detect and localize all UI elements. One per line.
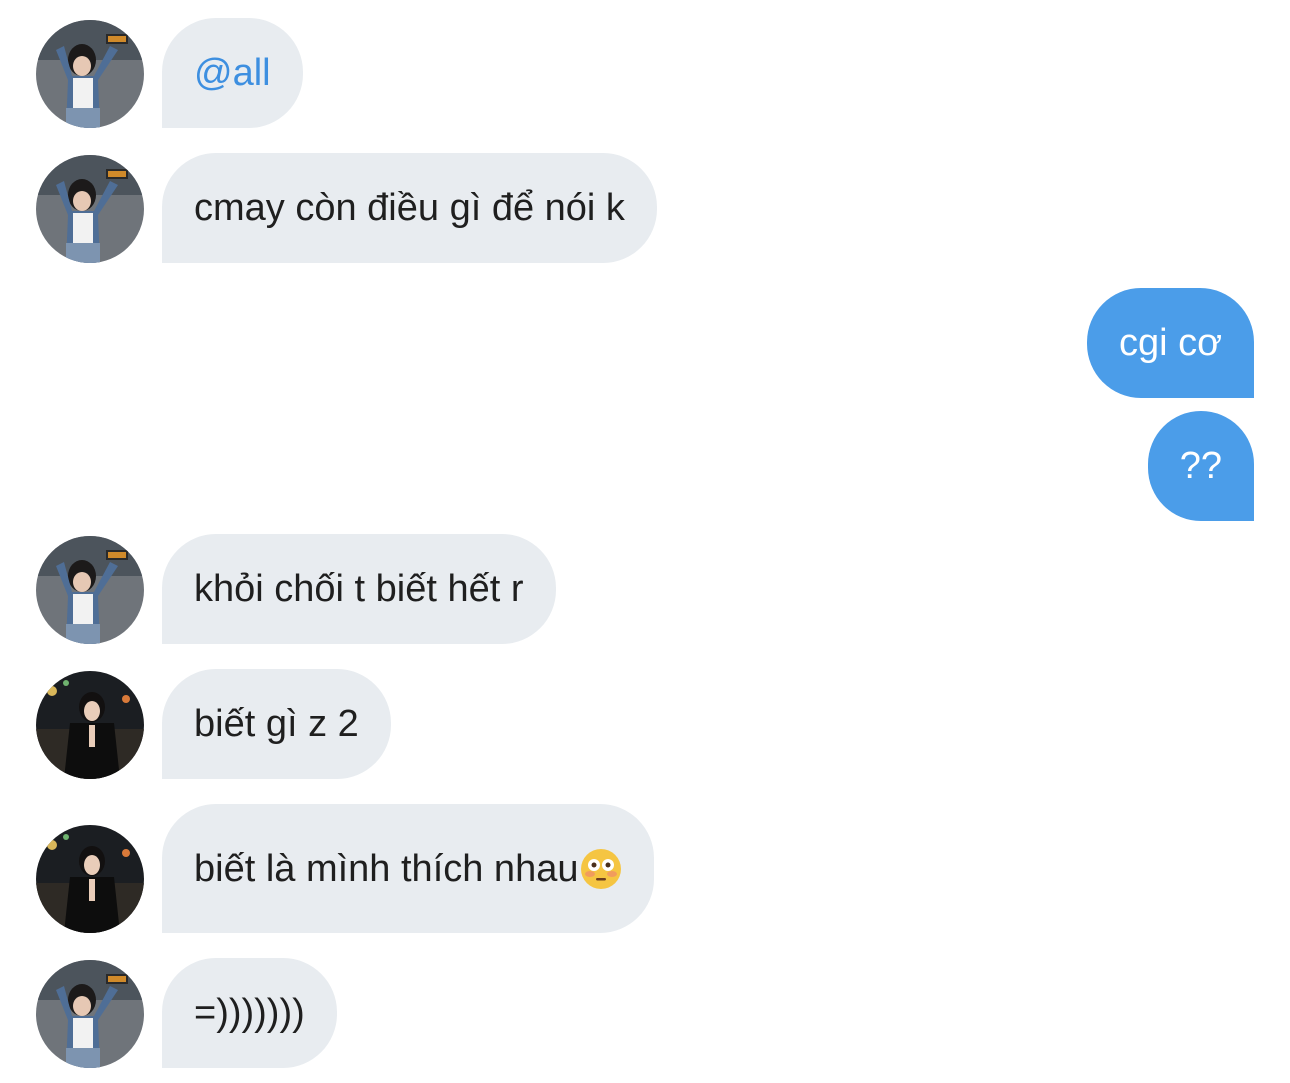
message-bubble[interactable]: biết là mình thích nhau (162, 804, 655, 933)
flushed-face-emoji (580, 848, 622, 890)
message-bubble[interactable]: =))))))) (162, 958, 337, 1068)
avatar-denim-jacket[interactable] (36, 960, 144, 1068)
avatar-denim-jacket[interactable] (36, 20, 144, 128)
message-text: cmay còn điều gì để nói k (194, 187, 625, 229)
message-text: =))))))) (194, 992, 305, 1034)
message-bubble[interactable]: @all (162, 18, 303, 128)
avatar-black-dress[interactable] (36, 671, 144, 779)
message-bubble[interactable]: biết gì z 2 (162, 669, 391, 779)
avatar-denim-jacket[interactable] (36, 155, 144, 263)
message-bubble[interactable]: ?? (1147, 411, 1254, 521)
avatar-denim-jacket[interactable] (36, 536, 144, 644)
message-text: ?? (1179, 445, 1222, 487)
message-bubble[interactable]: cgi cơ (1086, 288, 1254, 398)
mention-text[interactable]: @all (194, 54, 271, 92)
avatar-black-dress[interactable] (36, 825, 144, 933)
message-text: biết gì z 2 (194, 703, 359, 745)
message-text: khỏi chối t biết hết r (194, 568, 524, 610)
message-bubble[interactable]: cmay còn điều gì để nói k (162, 153, 657, 263)
message-text: cgi cơ (1118, 322, 1222, 364)
message-text: biết là mình thích nhau (194, 847, 579, 890)
message-bubble[interactable]: khỏi chối t biết hết r (162, 534, 556, 644)
